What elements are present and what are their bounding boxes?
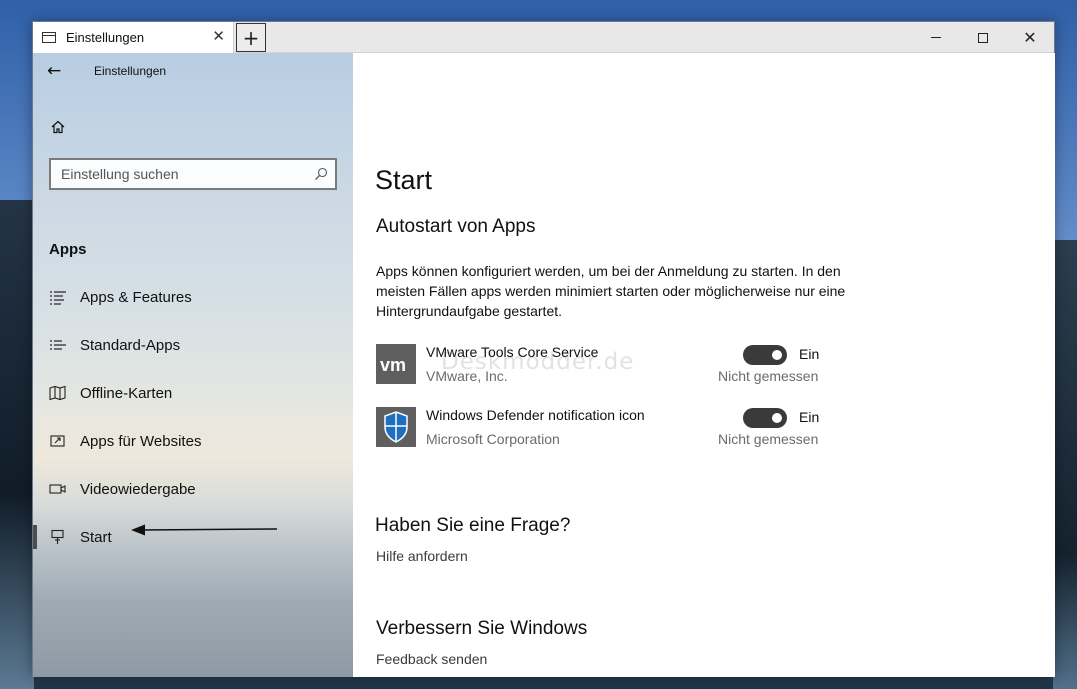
startup-impact: Nicht gemessen bbox=[718, 368, 819, 384]
sidebar-item-label: Standard-Apps bbox=[80, 336, 181, 354]
sidebar-item-apps-for-websites[interactable]: Apps für Websites bbox=[33, 421, 353, 461]
sidebar-item-label: Offline-Karten bbox=[80, 384, 173, 402]
home-icon[interactable] bbox=[50, 119, 66, 135]
sidebar-item-label: Apps & Features bbox=[80, 288, 192, 306]
startup-app-row: vm VMware Tools Core Service VMware, Inc… bbox=[376, 344, 836, 386]
question-heading: Haben Sie eine Frage? bbox=[375, 515, 571, 536]
feedback-link[interactable]: Feedback senden bbox=[376, 651, 487, 667]
browser-tab-settings[interactable]: Einstellungen ✕ bbox=[33, 22, 234, 53]
startup-icon bbox=[51, 529, 64, 544]
title-bar: Einstellungen ✕ + ✕ bbox=[33, 22, 1054, 53]
toggle-state-label: Ein bbox=[799, 409, 820, 425]
maximize-button[interactable] bbox=[960, 22, 1006, 53]
app-name: Windows Defender notification icon bbox=[426, 407, 645, 423]
sidebar-item-label: Start bbox=[80, 528, 112, 546]
improve-heading: Verbessern Sie Windows bbox=[376, 618, 588, 639]
video-icon bbox=[49, 484, 66, 494]
search-box[interactable] bbox=[49, 158, 337, 190]
toggle-knob bbox=[772, 350, 782, 360]
open-in-app-icon bbox=[50, 435, 65, 447]
app-publisher: Microsoft Corporation bbox=[426, 431, 560, 447]
section-title-autostart: Autostart von Apps bbox=[376, 216, 536, 237]
startup-toggle[interactable] bbox=[743, 345, 787, 365]
sidebar-item-label: Videowiedergabe bbox=[80, 480, 196, 498]
settings-window: Einstellungen ✕ + ✕ ← Einstellungen Apps bbox=[32, 21, 1055, 677]
map-icon bbox=[49, 385, 66, 401]
new-tab-button[interactable]: + bbox=[236, 23, 266, 52]
back-arrow-icon[interactable]: ← bbox=[47, 61, 61, 81]
close-window-button[interactable]: ✕ bbox=[1007, 22, 1053, 53]
sidebar: ← Einstellungen Apps Apps & Feature bbox=[33, 53, 353, 677]
search-input[interactable] bbox=[51, 160, 301, 188]
toggle-knob bbox=[772, 413, 782, 423]
section-label-apps: Apps bbox=[49, 241, 87, 258]
svg-text:vm: vm bbox=[380, 355, 406, 375]
list-icon bbox=[50, 291, 66, 305]
startup-app-row: Windows Defender notification icon Micro… bbox=[376, 407, 836, 449]
sidebar-item-label: Apps für Websites bbox=[80, 432, 202, 450]
startup-impact: Nicht gemessen bbox=[718, 431, 819, 447]
description-text: Apps können konfiguriert werden, um bei … bbox=[376, 263, 846, 319]
help-link[interactable]: Hilfe anfordern bbox=[376, 548, 468, 564]
startup-toggle[interactable] bbox=[743, 408, 787, 428]
app-publisher: VMware, Inc. bbox=[426, 368, 508, 384]
default-apps-icon bbox=[50, 340, 66, 350]
minimize-icon bbox=[931, 37, 941, 38]
search-icon[interactable] bbox=[314, 167, 328, 181]
window-icon bbox=[42, 32, 56, 43]
page-title: Start bbox=[375, 165, 433, 195]
sidebar-item-standard-apps[interactable]: Standard-Apps bbox=[33, 325, 353, 365]
maximize-icon bbox=[978, 32, 988, 43]
desktop-background-left bbox=[0, 200, 34, 689]
desktop-background-right bbox=[1053, 240, 1077, 689]
tab-title: Einstellungen bbox=[66, 30, 145, 45]
close-tab-icon[interactable]: ✕ bbox=[212, 29, 225, 44]
toggle-state-label: Ein bbox=[799, 346, 820, 362]
sidebar-item-video-playback[interactable]: Videowiedergabe bbox=[33, 469, 353, 509]
active-indicator bbox=[33, 525, 37, 549]
sidebar-title: Einstellungen bbox=[94, 64, 167, 78]
vmware-icon: vm bbox=[376, 344, 416, 384]
content-pane: Start Autostart von Apps Apps können kon… bbox=[353, 53, 1055, 677]
sidebar-item-apps-features[interactable]: Apps & Features bbox=[33, 277, 353, 317]
sidebar-item-offline-maps[interactable]: Offline-Karten bbox=[33, 373, 353, 413]
minimize-button[interactable] bbox=[913, 22, 959, 53]
defender-shield-icon bbox=[376, 407, 416, 447]
annotation-arrow bbox=[131, 524, 278, 536]
app-name: VMware Tools Core Service bbox=[426, 344, 599, 360]
